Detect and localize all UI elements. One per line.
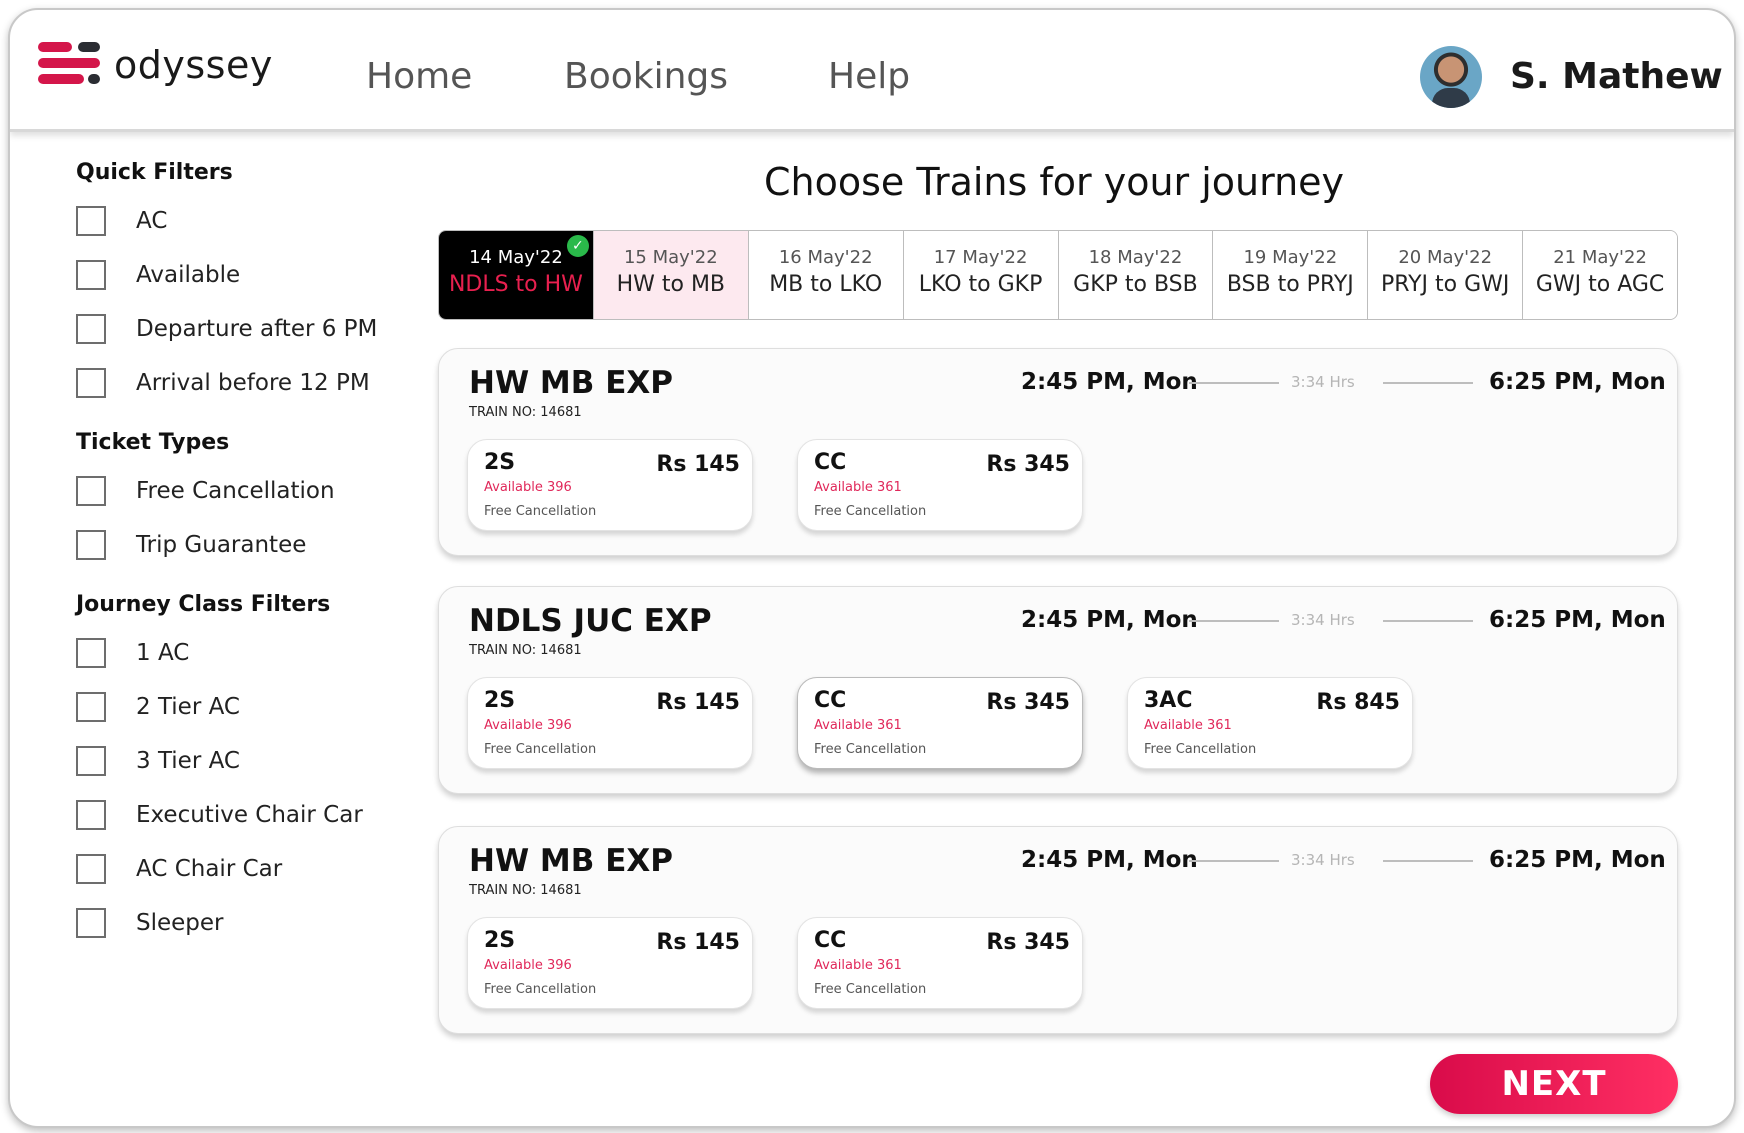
tab-20-may[interactable]: 20 May'22 PRYJ to GWJ <box>1368 231 1524 319</box>
train-name: HW MB EXP <box>469 843 673 879</box>
departure-time: 2:45 PM, Mon <box>1021 847 1198 873</box>
train-name: HW MB EXP <box>469 365 673 401</box>
filter-sleeper[interactable]: Sleeper <box>76 908 224 938</box>
ticket-types-title: Ticket Types <box>76 430 230 455</box>
page-title: Choose Trains for your journey <box>763 160 1345 204</box>
tab-21-may[interactable]: 21 May'22 GWJ to AGC <box>1523 231 1677 319</box>
train-number: TRAIN NO: 14681 <box>469 643 582 658</box>
train-number: TRAIN NO: 14681 <box>469 405 582 420</box>
fare-option-cc[interactable]: CC Rs 345 Available 361 Free Cancellatio… <box>797 917 1083 1009</box>
checkbox[interactable] <box>76 206 106 236</box>
filter-3-tier-ac[interactable]: 3 Tier AC <box>76 746 240 776</box>
departure-time: 2:45 PM, Mon <box>1021 369 1198 395</box>
checkbox[interactable] <box>76 476 106 506</box>
filter-executive-chair-car[interactable]: Executive Chair Car <box>76 800 363 830</box>
checkbox[interactable] <box>76 800 106 830</box>
divider <box>1189 382 1279 384</box>
fare-option-2s[interactable]: 2S Rs 145 Available 396 Free Cancellatio… <box>467 439 753 531</box>
checkbox[interactable] <box>76 260 106 290</box>
divider <box>1383 382 1473 384</box>
header: odyssey Home Bookings Help S. Mathew <box>10 10 1734 132</box>
train-card[interactable]: NDLS JUC EXP TRAIN NO: 14681 2:45 PM, Mo… <box>438 586 1678 794</box>
filter-ac[interactable]: AC <box>76 206 167 236</box>
fare-option-2s[interactable]: 2S Rs 145 Available 396 Free Cancellatio… <box>467 677 753 769</box>
quick-filters-title: Quick Filters <box>76 160 233 185</box>
divider <box>1383 620 1473 622</box>
filter-2-tier-ac[interactable]: 2 Tier AC <box>76 692 240 722</box>
avatar[interactable] <box>1420 46 1482 108</box>
filter-ac-chair-car[interactable]: AC Chair Car <box>76 854 282 884</box>
departure-time: 2:45 PM, Mon <box>1021 607 1198 633</box>
filter-free-cancellation[interactable]: Free Cancellation <box>76 476 335 506</box>
divider <box>1189 860 1279 862</box>
journey-class-title: Journey Class Filters <box>76 592 331 617</box>
duration: 3:34 Hrs <box>1291 611 1355 629</box>
arrival-time: 6:25 PM, Mon <box>1489 847 1666 873</box>
train-card[interactable]: HW MB EXP TRAIN NO: 14681 2:45 PM, Mon 3… <box>438 348 1678 556</box>
divider <box>1383 860 1473 862</box>
checkbox[interactable] <box>76 692 106 722</box>
odyssey-logo-icon <box>38 40 100 90</box>
tab-15-may[interactable]: 15 May'22 HW to MB <box>593 231 749 319</box>
filter-trip-guarantee[interactable]: Trip Guarantee <box>76 530 306 560</box>
filter-available[interactable]: Available <box>76 260 240 290</box>
tab-18-may[interactable]: 18 May'22 GKP to BSB <box>1058 231 1214 319</box>
tab-16-may[interactable]: 16 May'22 MB to LKO <box>748 231 904 319</box>
filter-departure-after-6pm[interactable]: Departure after 6 PM <box>76 314 377 344</box>
filter-1ac[interactable]: 1 AC <box>76 638 189 668</box>
tab-19-may[interactable]: 19 May'22 BSB to PRYJ <box>1213 231 1369 319</box>
train-name: NDLS JUC EXP <box>469 603 712 639</box>
tab-17-may[interactable]: 17 May'22 LKO to GKP <box>903 231 1059 319</box>
duration: 3:34 Hrs <box>1291 373 1355 391</box>
app-window: odyssey Home Bookings Help S. Mathew Qui… <box>8 8 1736 1128</box>
checkbox[interactable] <box>76 746 106 776</box>
nav-home[interactable]: Home <box>366 56 472 97</box>
arrival-time: 6:25 PM, Mon <box>1489 369 1666 395</box>
logo[interactable]: odyssey <box>38 40 273 90</box>
filter-arrival-before-12pm[interactable]: Arrival before 12 PM <box>76 368 370 398</box>
date-tabs: ✓ 14 May'22 NDLS to HW 15 May'22 HW to M… <box>438 230 1678 320</box>
train-card[interactable]: HW MB EXP TRAIN NO: 14681 2:45 PM, Mon 3… <box>438 826 1678 1034</box>
checkbox[interactable] <box>76 530 106 560</box>
checkbox[interactable] <box>76 368 106 398</box>
train-number: TRAIN NO: 14681 <box>469 883 582 898</box>
nav-bookings[interactable]: Bookings <box>564 56 728 97</box>
checkbox[interactable] <box>76 314 106 344</box>
check-icon: ✓ <box>566 235 589 257</box>
nav-help[interactable]: Help <box>828 56 910 97</box>
logo-text: odyssey <box>114 43 273 87</box>
user-name[interactable]: S. Mathew <box>1510 56 1723 97</box>
checkbox[interactable] <box>76 908 106 938</box>
duration: 3:34 Hrs <box>1291 851 1355 869</box>
fare-option-2s[interactable]: 2S Rs 145 Available 396 Free Cancellatio… <box>467 917 753 1009</box>
divider <box>1189 620 1279 622</box>
checkbox[interactable] <box>76 638 106 668</box>
fare-option-cc[interactable]: CC Rs 345 Available 361 Free Cancellatio… <box>797 677 1083 769</box>
fare-option-3ac[interactable]: 3AC Rs 845 Available 361 Free Cancellati… <box>1127 677 1413 769</box>
fare-option-cc[interactable]: CC Rs 345 Available 361 Free Cancellatio… <box>797 439 1083 531</box>
tab-14-may[interactable]: ✓ 14 May'22 NDLS to HW <box>439 231 594 319</box>
arrival-time: 6:25 PM, Mon <box>1489 607 1666 633</box>
checkbox[interactable] <box>76 854 106 884</box>
next-button[interactable]: NEXT <box>1430 1054 1678 1114</box>
